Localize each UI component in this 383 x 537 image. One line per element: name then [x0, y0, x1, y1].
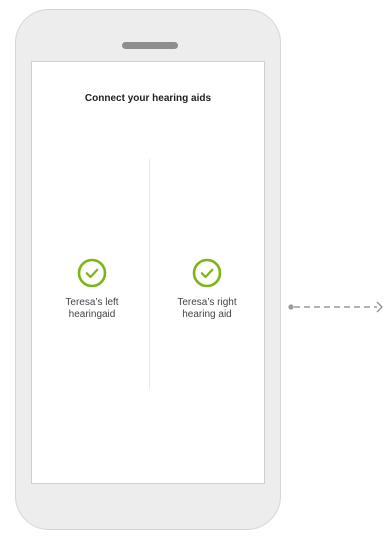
connector-dot-icon	[288, 304, 294, 310]
right-hearing-aid[interactable]: Teresa’s right hearing aid	[155, 258, 259, 321]
right-hearing-aid-label-line1: Teresa’s right	[177, 297, 237, 308]
phone-screen: Connect your hearing aids Teresa’s left …	[31, 61, 265, 484]
phone-speaker	[122, 42, 178, 49]
chevron-right-icon	[376, 301, 383, 313]
left-hearing-aid[interactable]: Teresa’s left hearingaid	[40, 258, 144, 321]
page-title: Connect your hearing aids	[84, 93, 212, 104]
check-circle-icon	[192, 258, 222, 288]
right-hearing-aid-label-line2: hearing aid	[182, 309, 232, 320]
check-circle-icon	[77, 258, 107, 288]
illustration-stage: Connect your hearing aids Teresa’s left …	[0, 0, 383, 537]
left-hearing-aid-label-line2: hearingaid	[68, 309, 116, 320]
right-hearing-aid-label: Teresa’s right hearing aid	[155, 297, 259, 321]
left-hearing-aid-label: Teresa’s left hearingaid	[40, 297, 144, 321]
column-divider	[149, 159, 150, 389]
left-hearing-aid-label-line1: Teresa’s left	[65, 297, 119, 308]
phone-frame: Connect your hearing aids Teresa’s left …	[15, 9, 281, 530]
connector-arrow	[288, 301, 383, 313]
